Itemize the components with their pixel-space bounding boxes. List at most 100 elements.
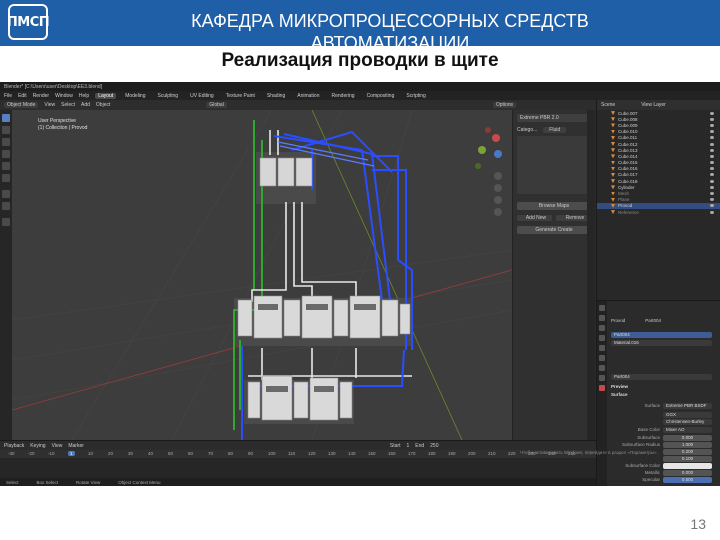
surface-shader-dropdown[interactable]: Extreme PBR BSDF xyxy=(663,402,712,409)
eye-icon[interactable] xyxy=(710,154,714,158)
cursor-tool-icon[interactable] xyxy=(2,126,10,134)
eye-icon[interactable] xyxy=(710,204,714,208)
transform-orientation-dropdown[interactable]: Global xyxy=(206,102,227,108)
viewport-menu-object[interactable]: Object xyxy=(96,102,110,108)
eye-icon[interactable] xyxy=(710,185,714,189)
eye-icon[interactable] xyxy=(710,192,714,196)
menu-edit[interactable]: Edit xyxy=(18,93,27,99)
workspace-tab-texture-paint[interactable]: Texture Paint xyxy=(223,93,258,99)
eye-icon[interactable] xyxy=(710,167,714,171)
add-cube-tool-icon[interactable] xyxy=(2,218,10,226)
outliner-item[interactable]: Reference xyxy=(597,209,720,215)
workspace-tab-animation[interactable]: Animation xyxy=(294,93,322,99)
slide-title: Реализация проводки в щите xyxy=(221,50,499,71)
viewport-menu-view[interactable]: View xyxy=(44,102,55,108)
remove-button[interactable]: Remove xyxy=(556,215,591,221)
material-slot-row[interactable]: Part004 xyxy=(611,331,712,338)
subsurface-radius-y[interactable]: 0.200 xyxy=(663,448,712,455)
eye-icon[interactable] xyxy=(710,117,714,121)
start-frame-field[interactable]: 1 xyxy=(406,443,409,449)
eye-icon[interactable] xyxy=(710,148,714,152)
timeline-menu-marker[interactable]: Marker xyxy=(68,443,84,449)
menu-file[interactable]: File xyxy=(4,93,12,99)
move-tool-icon[interactable] xyxy=(2,138,10,146)
material-tab-icon[interactable] xyxy=(599,385,605,391)
mesh-icon xyxy=(611,203,615,208)
end-frame-field[interactable]: 250 xyxy=(430,443,438,449)
workspace-tab-scripting[interactable]: Scripting xyxy=(403,93,428,99)
metallic-field[interactable]: 0.000 xyxy=(663,469,712,476)
workspace-tab-sculpting[interactable]: Sculpting xyxy=(155,93,182,99)
timeline-menu-keying[interactable]: Keying xyxy=(30,443,45,449)
eye-icon[interactable] xyxy=(710,130,714,134)
distribution-dropdown[interactable]: GGX xyxy=(663,411,712,418)
mesh-icon xyxy=(611,191,615,196)
category-dropdown[interactable]: Fluid xyxy=(543,127,567,133)
subsurface-field[interactable]: 0.000 xyxy=(663,434,712,441)
eye-icon[interactable] xyxy=(710,142,714,146)
eye-icon[interactable] xyxy=(710,161,714,165)
world-tab-icon[interactable] xyxy=(599,345,605,351)
surface-section[interactable]: Surface xyxy=(611,391,712,398)
subsurface-radius-x[interactable]: 1.000 xyxy=(663,441,712,448)
menu-window[interactable]: Window xyxy=(55,93,73,99)
view-layer-selector[interactable]: View Layer xyxy=(641,102,666,108)
eye-icon[interactable] xyxy=(710,123,714,127)
physics-tab-icon[interactable] xyxy=(599,375,605,381)
timeline-menu-playback[interactable]: Playback xyxy=(4,443,24,449)
eye-icon[interactable] xyxy=(710,179,714,183)
render-tab-icon[interactable] xyxy=(599,315,605,321)
preview-section[interactable]: Preview xyxy=(611,383,712,390)
viewport-menu-select[interactable]: Select xyxy=(61,102,75,108)
base-color-field[interactable]: Mixer AO xyxy=(663,426,712,433)
menu-render[interactable]: Render xyxy=(33,93,49,99)
options-dropdown[interactable]: Options xyxy=(492,102,517,108)
eye-icon[interactable] xyxy=(710,136,714,140)
timeline-tick: 1 xyxy=(68,451,75,456)
rotate-tool-icon[interactable] xyxy=(2,150,10,158)
viewport-menu-add[interactable]: Add xyxy=(81,102,90,108)
material-slot-row[interactable]: Material.016 xyxy=(611,339,712,346)
annotate-tool-icon[interactable] xyxy=(2,190,10,198)
3d-viewport[interactable]: User Perspective (1) Collection | Provod xyxy=(12,110,512,440)
measure-tool-icon[interactable] xyxy=(2,202,10,210)
workspace-tab-compositing[interactable]: Compositing xyxy=(364,93,398,99)
transform-tool-icon[interactable] xyxy=(2,174,10,182)
scene-tab-icon[interactable] xyxy=(599,335,605,341)
eye-icon[interactable] xyxy=(710,111,714,115)
select-box-tool-icon[interactable] xyxy=(2,114,10,122)
mesh-icon xyxy=(611,154,615,159)
eye-icon[interactable] xyxy=(710,173,714,177)
timeline-ruler[interactable]: -30 -20 -10 1 10 20 30 40 50 60 70 80 90 100 110 120 130… xyxy=(0,450,596,458)
subsurface-color-swatch[interactable] xyxy=(663,462,712,469)
addon-header[interactable]: Extreme PBR 2.0 xyxy=(517,114,591,122)
n-panel-tabs[interactable] xyxy=(587,110,595,440)
timeline-menu-view[interactable]: View xyxy=(52,443,63,449)
specular-field[interactable]: 0.500 xyxy=(663,476,712,483)
material-name-field[interactable]: Part004 xyxy=(611,373,712,380)
timeline-tick: 210 xyxy=(488,451,496,456)
workspace-tab-modeling[interactable]: Modeling xyxy=(122,93,148,99)
browse-maps-button[interactable]: Browse Maps xyxy=(517,202,591,210)
timeline-tick: 50 xyxy=(168,451,174,456)
material-name-row[interactable]: Part004 xyxy=(611,373,712,380)
eye-icon[interactable] xyxy=(710,210,714,214)
workspace-tab-rendering[interactable]: Rendering xyxy=(328,93,357,99)
workspace-tab-uv-editing[interactable]: UV Editing xyxy=(187,93,217,99)
object-tab-icon[interactable] xyxy=(599,355,605,361)
subsurface-method-dropdown[interactable]: Christensen-Burley xyxy=(663,418,712,425)
subsurface-color-row: Subsurface Color xyxy=(611,462,712,469)
mode-dropdown[interactable]: Object Mode xyxy=(4,102,39,108)
generate-create-button[interactable]: Generate Create xyxy=(517,226,591,234)
modifier-tab-icon[interactable] xyxy=(599,365,605,371)
workspace-tab-shading[interactable]: Shading xyxy=(264,93,288,99)
output-tab-icon[interactable] xyxy=(599,325,605,331)
scale-tool-icon[interactable] xyxy=(2,162,10,170)
subsurface-radius-z[interactable]: 0.100 xyxy=(663,455,712,462)
tool-tab-icon[interactable] xyxy=(599,305,605,311)
workspace-tab-layout[interactable]: Layout xyxy=(95,92,117,99)
add-new-button[interactable]: Add New xyxy=(517,215,552,221)
eye-icon[interactable] xyxy=(710,198,714,202)
scene-selector[interactable]: Scene xyxy=(601,102,615,108)
menu-help[interactable]: Help xyxy=(79,93,89,99)
